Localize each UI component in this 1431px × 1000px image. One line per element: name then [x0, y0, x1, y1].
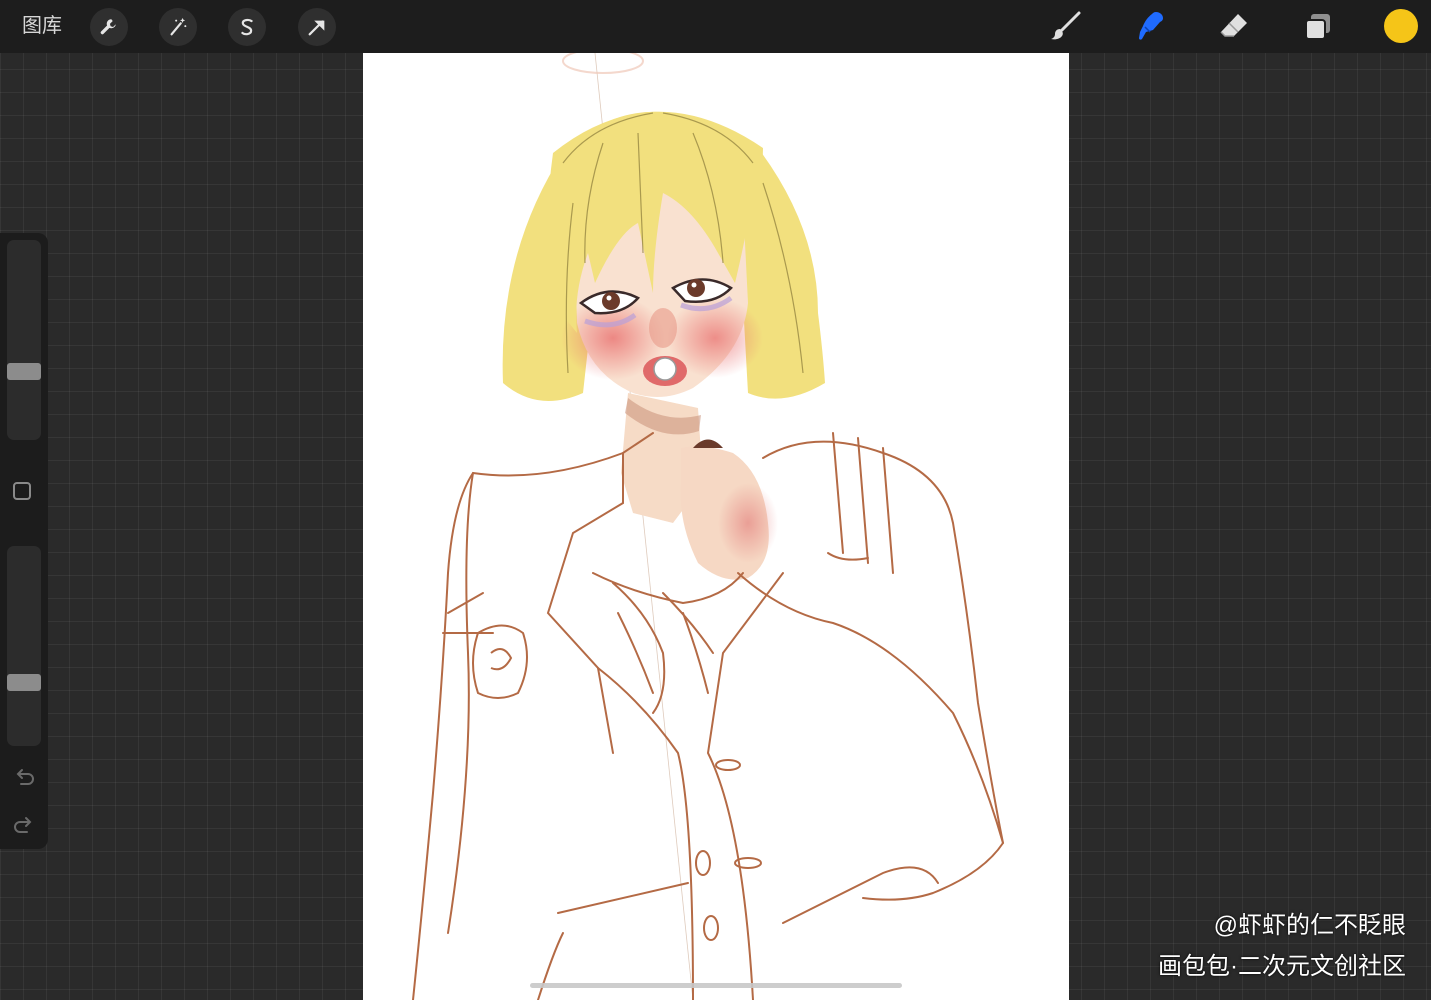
- actions-button[interactable]: [90, 8, 128, 46]
- redo-icon[interactable]: [10, 814, 38, 838]
- opacity-slider[interactable]: [7, 546, 41, 746]
- magic-wand-icon: [170, 17, 187, 36]
- adjustments-button[interactable]: [159, 8, 197, 46]
- wrench-icon: [100, 19, 116, 35]
- top-toolbar: 图库: [0, 0, 1431, 53]
- eraser-tool-button[interactable]: [1215, 8, 1253, 46]
- layers-icon: [1305, 14, 1330, 40]
- undo-icon[interactable]: [10, 766, 38, 790]
- artwork: [412, 53, 1005, 1000]
- brush-size-slider[interactable]: [7, 240, 41, 440]
- transform-button[interactable]: [298, 8, 336, 46]
- selection-button[interactable]: [228, 8, 266, 46]
- brush-tool-button[interactable]: [1047, 8, 1085, 46]
- smudge-icon: [1139, 12, 1163, 40]
- gallery-button[interactable]: 图库: [22, 13, 62, 39]
- selection-s-icon: [241, 18, 253, 36]
- drawing-canvas[interactable]: [363, 53, 1069, 1000]
- color-picker-button[interactable]: [1384, 9, 1418, 43]
- transform-arrow-icon: [308, 20, 325, 36]
- opacity-slider-knob[interactable]: [7, 674, 41, 692]
- modify-button[interactable]: [13, 482, 31, 500]
- watermark-site: 画包包·二次元文创社区: [1158, 953, 1406, 980]
- brush-icon: [1051, 11, 1081, 40]
- home-indicator[interactable]: [530, 983, 902, 988]
- eraser-icon: [1220, 14, 1247, 37]
- layers-button[interactable]: [1299, 8, 1337, 46]
- brush-size-slider-knob[interactable]: [7, 362, 41, 380]
- watermark-author: @虾虾的仁不眨眼: [1213, 912, 1406, 939]
- smudge-tool-button[interactable]: [1131, 8, 1169, 46]
